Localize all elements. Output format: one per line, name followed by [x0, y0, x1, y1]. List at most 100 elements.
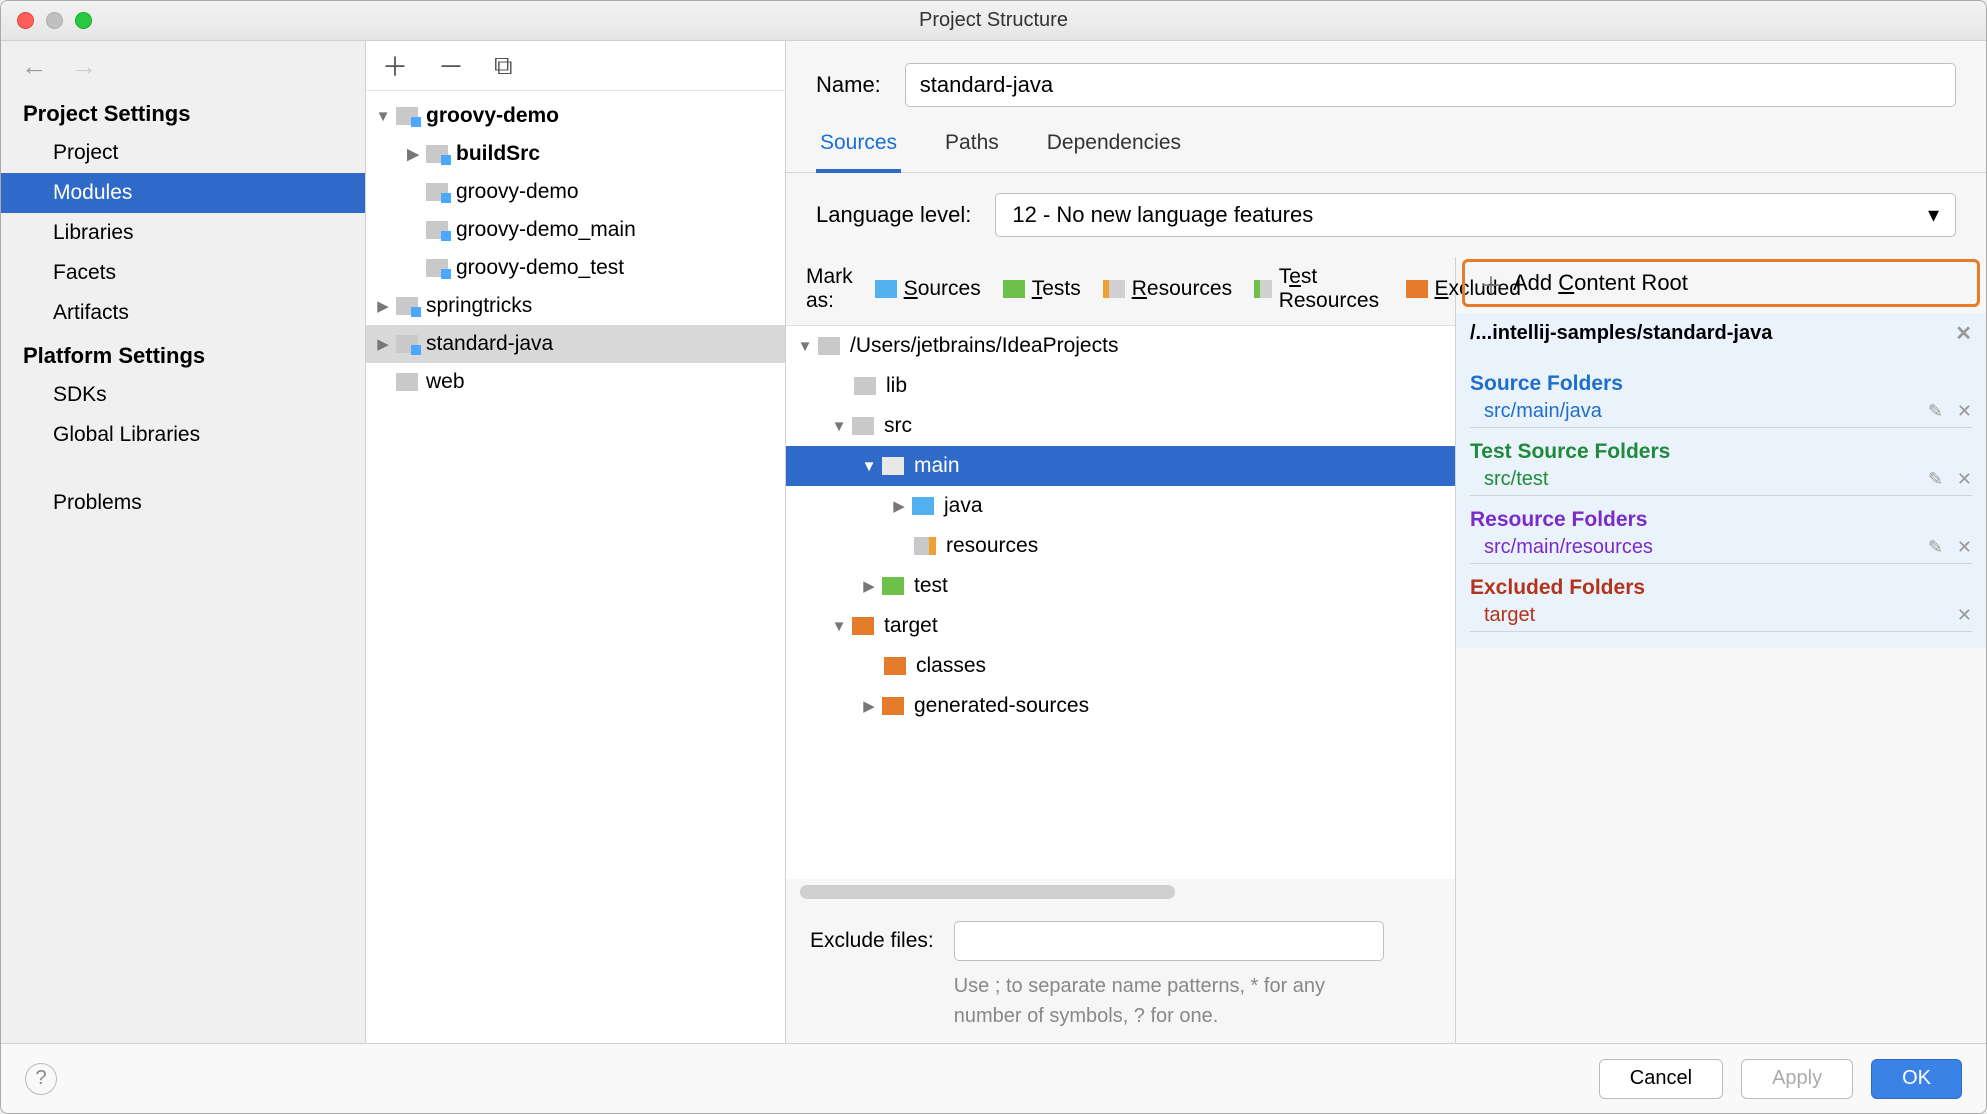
- dialog-body: ← → Project Settings Project Modules Lib…: [1, 41, 1986, 1043]
- horizontal-scrollbar[interactable]: [800, 885, 1175, 899]
- content-root-path-label: /...intellij-samples/standard-java: [1470, 322, 1772, 345]
- add-module-icon[interactable]: ＋: [382, 47, 408, 84]
- copy-module-icon[interactable]: ⧉: [494, 50, 513, 82]
- folder-icon: [852, 417, 874, 435]
- remove-module-icon[interactable]: －: [438, 47, 464, 84]
- resources-folder-icon: [1103, 280, 1125, 298]
- folder-label: lib: [886, 374, 907, 398]
- module-label: groovy-demo: [456, 180, 579, 204]
- tree-row[interactable]: resources: [786, 526, 1455, 566]
- sidebar-item-modules[interactable]: Modules: [1, 173, 365, 213]
- project-structure-window: Project Structure ← → Project Settings P…: [0, 0, 1987, 1114]
- back-arrow-icon[interactable]: ←: [21, 51, 47, 82]
- tree-row[interactable]: ▼target: [786, 606, 1455, 646]
- language-level-select[interactable]: 12 - No new language features ▾: [995, 193, 1956, 237]
- exclude-files-input[interactable]: [954, 921, 1384, 961]
- module-icon: [396, 335, 418, 353]
- add-content-root-button[interactable]: ＋ Add Content Root: [1462, 259, 1980, 307]
- edit-icon[interactable]: ✎: [1928, 537, 1943, 558]
- module-name-input[interactable]: [905, 63, 1956, 107]
- sidebar-item-facets[interactable]: Facets: [1, 253, 365, 293]
- module-list-pane: ＋ － ⧉ ▼groovy-demo ▶buildSrc groovy-demo…: [366, 41, 786, 1043]
- chevron-right-icon: ▶: [860, 697, 878, 715]
- chevron-right-icon: ▶: [404, 145, 422, 163]
- close-icon[interactable]: ✕: [1957, 401, 1972, 422]
- settings-sidebar: ← → Project Settings Project Modules Lib…: [1, 41, 366, 1043]
- resource-folders-title: Resource Folders: [1470, 508, 1972, 532]
- mark-resources-button[interactable]: Resources: [1103, 277, 1232, 301]
- tree-row[interactable]: classes: [786, 646, 1455, 686]
- close-icon[interactable]: ✕: [1957, 469, 1972, 490]
- mark-tests-button[interactable]: Tests: [1003, 277, 1081, 301]
- sidebar-item-artifacts[interactable]: Artifacts: [1, 293, 365, 333]
- chevron-right-icon: ▶: [374, 297, 392, 315]
- sidebar-item-sdks[interactable]: SDKs: [1, 375, 365, 415]
- ok-button[interactable]: OK: [1871, 1059, 1962, 1099]
- excluded-folder-icon: [882, 697, 904, 715]
- tab-dependencies[interactable]: Dependencies: [1043, 121, 1185, 172]
- excluded-folder-icon: [852, 617, 874, 635]
- close-icon[interactable]: ✕: [1957, 605, 1972, 626]
- edit-icon[interactable]: ✎: [1928, 401, 1943, 422]
- tree-row[interactable]: ▼/Users/jetbrains/IdeaProjects: [786, 326, 1455, 366]
- chevron-down-icon: ▼: [796, 338, 814, 355]
- close-icon[interactable]: ✕: [1957, 537, 1972, 558]
- tree-row[interactable]: ▶test: [786, 566, 1455, 606]
- sidebar-item-problems[interactable]: Problems: [1, 483, 365, 523]
- cancel-button[interactable]: Cancel: [1599, 1059, 1723, 1099]
- module-label: web: [426, 370, 465, 394]
- mark-sources-button[interactable]: Sources: [875, 277, 981, 301]
- forward-arrow-icon[interactable]: →: [71, 51, 97, 82]
- tree-row[interactable]: ▼src: [786, 406, 1455, 446]
- name-label: Name:: [816, 72, 881, 98]
- folder-item[interactable]: target✕: [1470, 600, 1972, 632]
- close-icon[interactable]: ✕: [1955, 321, 1972, 346]
- chevron-down-icon: ▼: [860, 458, 878, 475]
- chevron-right-icon: ▶: [860, 577, 878, 595]
- plus-icon: ＋: [1479, 266, 1503, 301]
- exclude-files-row: Exclude files: Use ; to separate name pa…: [786, 909, 1455, 1043]
- source-tree: ▼/Users/jetbrains/IdeaProjects lib ▼src …: [786, 325, 1455, 879]
- tree-row[interactable]: groovy-demo_test: [366, 249, 785, 287]
- folder-icon: [854, 377, 876, 395]
- module-details-pane: Name: Sources Paths Dependencies Languag…: [786, 41, 1986, 1043]
- source-folders-title: Source Folders: [1470, 372, 1972, 396]
- tree-row[interactable]: ▶buildSrc: [366, 135, 785, 173]
- content-root-path[interactable]: /...intellij-samples/standard-java ✕: [1456, 313, 1986, 354]
- module-icon: [426, 145, 448, 163]
- sidebar-item-global-libraries[interactable]: Global Libraries: [1, 415, 365, 455]
- tests-folder-icon: [882, 577, 904, 595]
- help-button[interactable]: ?: [25, 1063, 57, 1095]
- folder-item-label: src/main/resources: [1484, 536, 1653, 559]
- excluded-folders-title: Excluded Folders: [1470, 576, 1972, 600]
- language-level-label: Language level:: [816, 202, 971, 228]
- tree-row[interactable]: web: [366, 363, 785, 401]
- sidebar-item-libraries[interactable]: Libraries: [1, 213, 365, 253]
- folder-item[interactable]: src/main/java✎✕: [1470, 396, 1972, 428]
- tab-sources[interactable]: Sources: [816, 121, 901, 173]
- tree-row[interactable]: lib: [786, 366, 1455, 406]
- tree-row[interactable]: ▶generated-sources: [786, 686, 1455, 726]
- tree-row-selected[interactable]: ▶standard-java: [366, 325, 785, 363]
- folder-label: target: [884, 614, 938, 638]
- tree-row-selected[interactable]: ▼main: [786, 446, 1455, 486]
- edit-icon[interactable]: ✎: [1928, 469, 1943, 490]
- folder-label: classes: [916, 654, 986, 678]
- tree-row[interactable]: groovy-demo: [366, 173, 785, 211]
- sidebar-item-project[interactable]: Project: [1, 133, 365, 173]
- folder-item[interactable]: src/main/resources ✎ ✕: [1470, 532, 1972, 564]
- folder-label: src: [884, 414, 912, 438]
- module-toolbar: ＋ － ⧉: [366, 41, 785, 91]
- tree-row[interactable]: ▶java: [786, 486, 1455, 526]
- chevron-right-icon: ▶: [374, 335, 392, 353]
- module-icon: [426, 183, 448, 201]
- apply-button[interactable]: Apply: [1741, 1059, 1853, 1099]
- tree-row[interactable]: ▶ springtricks: [366, 287, 785, 325]
- tree-row[interactable]: ▼groovy-demo: [366, 97, 785, 135]
- tree-row[interactable]: groovy-demo_main: [366, 211, 785, 249]
- mark-test-resources-button[interactable]: Test Resources: [1254, 265, 1383, 313]
- tab-paths[interactable]: Paths: [941, 121, 1003, 172]
- folder-item[interactable]: src/test✎✕: [1470, 464, 1972, 496]
- module-label: springtricks: [426, 294, 532, 318]
- add-content-root-label: Add Content Root: [1513, 270, 1688, 296]
